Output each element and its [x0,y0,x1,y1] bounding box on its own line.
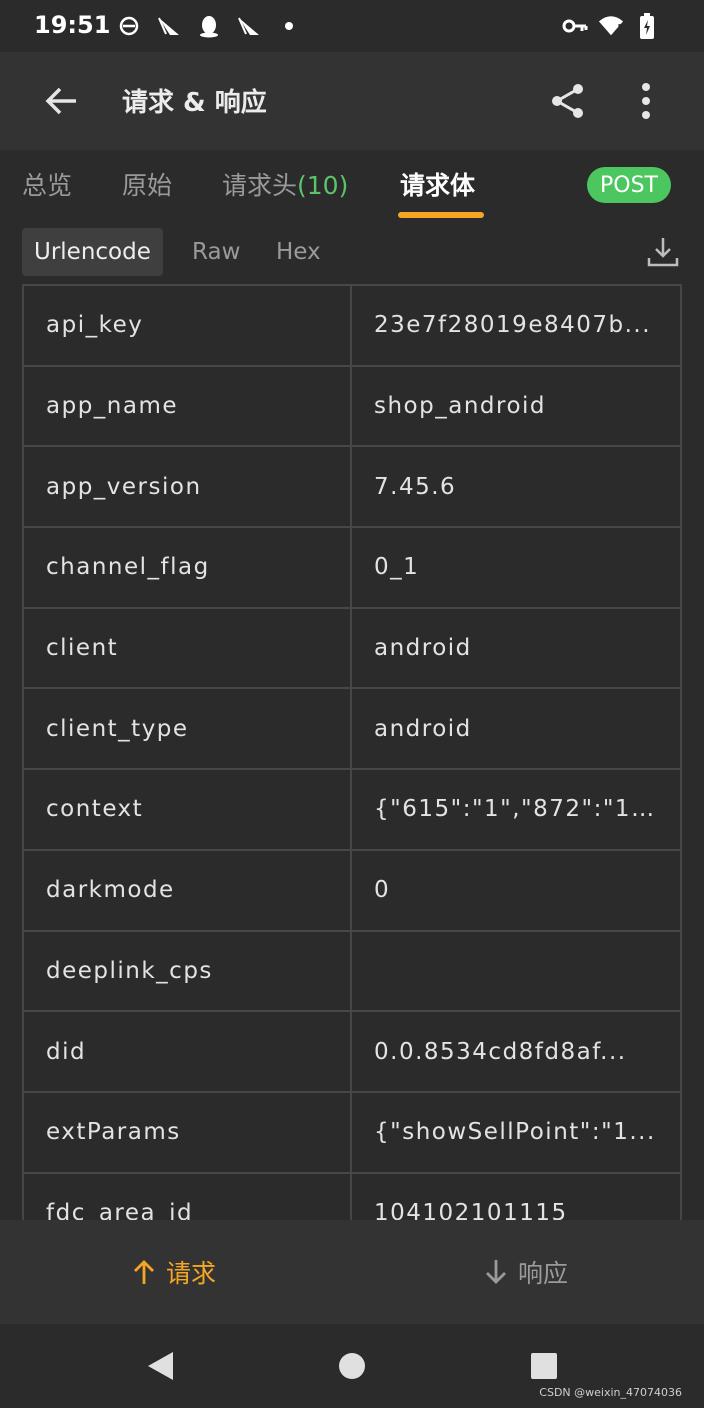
response-nav-button[interactable]: 响应 [484,1252,568,1292]
table-row[interactable]: extParams {"showSellPoint":"1... [22,1090,682,1174]
param-value: android [350,606,682,690]
more-options-button[interactable] [628,78,664,124]
param-value: 7.45.6 [350,445,682,529]
wifi-icon [598,13,624,39]
table-row[interactable]: deeplink_cps [22,929,682,1013]
params-table: api_key 23e7f28019e8407b... app_name shop_… [22,284,682,1220]
system-nav-bar: CSDN @weixin_47074036 [0,1324,704,1408]
back-triangle-icon [148,1352,173,1380]
body-format-tabs: Urlencode Raw Hex [0,222,704,282]
param-key: channel_flag [22,526,352,609]
param-value: shop_android [350,364,682,448]
dot-icon [276,13,302,39]
param-key: client_type [22,687,352,771]
param-key: client [22,606,352,690]
table-row[interactable]: app_name shop_android [22,364,682,448]
param-key: extParams [22,1090,352,1174]
app-bar: 请求 & 响应 [0,52,704,150]
tab-overview[interactable]: 总览 [22,166,72,202]
param-key: darkmode [22,848,352,932]
param-key: fdc_area_id [22,1171,352,1220]
vpn-key-icon [562,13,588,39]
tab-request-headers-label: 请求头 [222,171,298,200]
status-time: 19:51 [34,11,111,39]
params-table-container[interactable]: api_key 23e7f28019e8407b... app_name shop_… [22,284,682,1220]
response-nav-label: 响应 [518,1259,569,1288]
param-key: app_version [22,445,352,529]
header-count: (10) [297,171,349,200]
system-home-button[interactable] [334,1348,370,1384]
param-key: context [22,768,352,851]
request-nav-label: 请求 [166,1259,217,1288]
home-circle-icon [339,1353,365,1379]
tab-urlencode[interactable]: Urlencode [22,228,163,276]
battery-charging-icon [634,13,660,39]
param-key: deeplink_cps [22,929,352,1013]
status-notification-icons [116,12,302,40]
status-system-icons [562,12,660,40]
tab-hex[interactable]: Hex [264,228,333,276]
share-button[interactable] [545,78,591,124]
request-nav-button[interactable]: 请求 [132,1252,216,1292]
main-tabs: 总览 原始 请求头(10) 请求体 POST [0,150,704,222]
table-row[interactable]: client_type android [22,687,682,771]
airplane-app-icon [156,13,182,39]
system-back-button[interactable] [142,1348,178,1384]
param-value: {"showSellPoint":"1... [350,1090,682,1174]
more-vert-icon [642,83,650,119]
table-row[interactable]: context {"615":"1","872":"1"} [22,768,682,851]
param-key: api_key [22,284,352,367]
param-value: 0 [350,848,682,932]
tab-raw-body[interactable]: Raw [180,228,252,276]
watermark: CSDN @weixin_47074036 [539,1386,682,1399]
bottom-nav: 请求 响应 [0,1220,704,1324]
table-row[interactable]: api_key 23e7f28019e8407b... [22,284,682,367]
arrow-left-icon [45,87,76,115]
param-value: 0.0.8534cd8fd8af... [350,1010,682,1093]
active-tab-indicator [398,212,484,218]
download-icon [647,238,679,267]
param-value: {"615":"1","872":"1"} [350,768,682,851]
method-badge: POST [587,167,671,203]
qq-penguin-icon [196,13,222,39]
table-row[interactable]: fdc_area_id 104102101115 [22,1171,682,1220]
notification-app-icon [116,13,142,39]
arrow-down-icon [486,1260,506,1284]
param-value: 104102101115 [350,1171,682,1220]
arrow-up-icon [134,1260,154,1284]
table-row[interactable]: client android [22,606,682,690]
table-row[interactable]: darkmode 0 [22,848,682,932]
tab-raw[interactable]: 原始 [122,166,172,202]
share-icon [552,84,583,118]
airplane-app-icon [236,13,262,39]
param-value: android [350,687,682,771]
table-row[interactable]: app_version 7.45.6 [22,445,682,529]
param-value: 0_1 [350,526,682,609]
param-key: app_name [22,364,352,448]
table-row[interactable]: channel_flag 0_1 [22,526,682,609]
download-button[interactable] [646,234,680,270]
param-key: did [22,1010,352,1093]
param-value [350,929,682,1013]
recents-square-icon [531,1353,557,1379]
param-value: 23e7f28019e8407b... [350,284,682,367]
status-bar: 19:51 [0,0,704,52]
tab-request-body[interactable]: 请求体 [400,166,475,202]
system-recents-button[interactable] [526,1348,562,1384]
back-button[interactable] [36,76,86,126]
page-title: 请求 & 响应 [122,88,267,118]
table-row[interactable]: did 0.0.8534cd8fd8af... [22,1010,682,1093]
tab-request-headers[interactable]: 请求头(10) [222,166,348,202]
